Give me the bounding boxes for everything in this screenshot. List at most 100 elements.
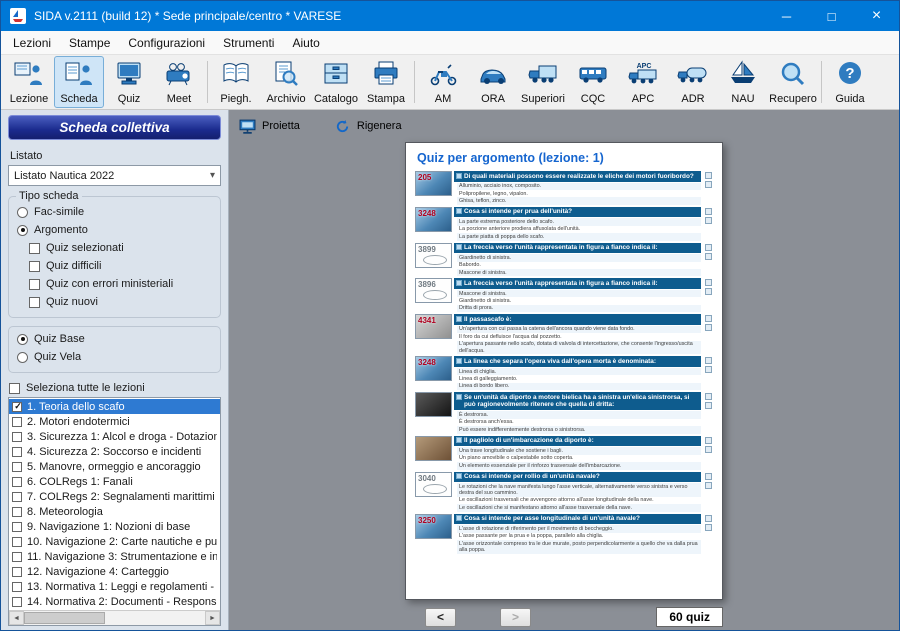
quiz-select-button[interactable] [705,279,712,286]
toolbar-button-stampa[interactable]: Stampa [361,56,411,108]
quiz-select-button[interactable] [705,208,712,215]
radio-quiz-base[interactable]: Quiz Base [17,333,213,345]
checkbox-quiz-selezionati[interactable]: Quiz selezionati [29,242,213,254]
scroll-left-icon[interactable]: ◄ [9,611,24,625]
lesson-item[interactable]: 4. Sicurezza 2: Soccorso e incidenti [9,444,220,459]
lesson-item[interactable]: 7. COLRegs 2: Segnalamenti marittimi e m… [9,489,220,504]
toolbar-button-adr[interactable]: ADR [668,56,718,108]
lesson-checkbox[interactable] [12,447,22,457]
radio-facsimile[interactable]: Fac-simile [17,206,213,218]
toolbar-button-quiz[interactable]: Quiz [104,56,154,108]
quiz-project-button[interactable] [705,288,712,295]
toolbar-button-piegh[interactable]: Piegh. [211,56,261,108]
lesson-checkbox[interactable] [12,402,22,412]
scrollbar-thumb[interactable] [24,612,105,624]
lesson-checkbox[interactable] [12,537,22,547]
lesson-item[interactable]: 3. Sicurezza 1: Alcol e droga - Dotazion… [9,429,220,444]
quiz-select-button[interactable] [705,393,712,400]
quiz-select-button[interactable] [705,357,712,364]
chevron-down-icon: ▾ [210,170,215,181]
toolbar-button-lezione[interactable]: Lezione [4,56,54,108]
toolbar-button-scheda[interactable]: Scheda [54,56,104,108]
quiz-select-button[interactable] [705,437,712,444]
quiz-project-button[interactable] [705,324,712,331]
toolbar-button-catalogo[interactable]: Catalogo [311,56,361,108]
menu-item-stampe[interactable]: Stampe [60,33,119,53]
toolbar-button-nau[interactable]: NAU [718,56,768,108]
scroll-right-icon[interactable]: ► [205,611,220,625]
quiz-project-button[interactable] [705,482,712,489]
maximize-button[interactable]: □ [809,1,854,31]
menu-item-configurazioni[interactable]: Configurazioni [119,33,214,53]
lesson-item[interactable]: 14. Normativa 2: Documenti - Responsabil… [9,594,220,609]
lesson-item[interactable]: 9. Navigazione 1: Nozioni di base [9,519,220,534]
quiz-select-button[interactable] [705,473,712,480]
lesson-checkbox[interactable] [12,417,22,427]
quiz-project-button[interactable] [705,217,712,224]
lesson-checkbox[interactable] [12,597,22,607]
lesson-checkbox[interactable] [12,432,22,442]
horizontal-scrollbar[interactable]: ◄ ► [9,610,220,625]
toolbar-button-apc[interactable]: APC APC [618,56,668,108]
radio-quiz-vela[interactable]: Quiz Vela [17,351,213,363]
toolbar-button-ora[interactable]: ORA [468,56,518,108]
checkbox-quiz-difficili[interactable]: Quiz difficili [29,260,213,272]
menu-item-aiuto[interactable]: Aiuto [283,33,328,53]
quiz-select-button[interactable] [705,244,712,251]
lesson-checkbox[interactable] [12,567,22,577]
lesson-checkbox[interactable] [12,552,22,562]
toolbar-button-label: APC [632,93,655,105]
quiz-number: 3899 [418,245,436,254]
rigenera-button[interactable]: Rigenera [334,119,402,134]
quiz-project-button[interactable] [705,446,712,453]
lesson-item[interactable]: 8. Meteorologia [9,504,220,519]
toolbar-button-guida[interactable]: ? Guida [825,56,875,108]
quiz-select-button[interactable] [705,515,712,522]
checkbox-quiz-errori[interactable]: Quiz con errori ministeriali [29,278,213,290]
radio-argomento[interactable]: Argomento [17,224,213,236]
toolbar-button-meet[interactable]: Meet [154,56,204,108]
app-window: SIDA v.2111 (build 12) * Sede principale… [0,0,900,631]
next-page-button[interactable]: > [500,608,531,627]
quiz-project-button[interactable] [705,253,712,260]
toolbar-button-archivio[interactable]: Archivio [261,56,311,108]
toolbar-button-am[interactable]: AM [418,56,468,108]
truck-icon [527,59,559,89]
menu-item-lezioni[interactable]: Lezioni [4,33,60,53]
toolbar-button-recupero[interactable]: Recupero [768,56,818,108]
toolbar-button-superiori[interactable]: Superiori [518,56,568,108]
close-button[interactable]: × [854,1,899,31]
menu-item-strumenti[interactable]: Strumenti [214,33,283,53]
toolbar-button-cqc[interactable]: CQC [568,56,618,108]
lesson-item[interactable]: 13. Normativa 1: Leggi e regolamenti - P… [9,579,220,594]
lesson-checkbox[interactable] [12,507,22,517]
quiz-project-button[interactable] [705,402,712,409]
quiz-project-button[interactable] [705,524,712,531]
quiz-select-button[interactable] [705,315,712,322]
toolbar-button-label: Quiz [118,93,141,105]
quiz-select-button[interactable] [705,172,712,179]
lesson-checkbox[interactable] [12,522,22,532]
lesson-checkbox[interactable] [12,582,22,592]
minimize-button[interactable]: ─ [764,1,809,31]
quiz-project-button[interactable] [705,181,712,188]
lesson-item[interactable]: 6. COLRegs 1: Fanali [9,474,220,489]
checkbox-select-all-lessons[interactable]: Seleziona tutte le lezioni [9,382,221,394]
proietta-button[interactable]: Proietta [239,119,300,134]
prev-page-button[interactable]: < [425,608,456,627]
lesson-item[interactable]: 10. Navigazione 2: Carte nautiche e pubb… [9,534,220,549]
lesson-checkbox[interactable] [12,492,22,502]
scrollbar-track[interactable] [24,611,205,625]
listato-select[interactable]: Listato Nautica 2022 ▾ [8,165,221,186]
quiz-question: Cosa si intende per rollio di un'unità n… [454,472,701,483]
lesson-item[interactable]: 5. Manovre, ormeggio e ancoraggio [9,459,220,474]
lesson-item[interactable]: 1. Teoria dello scafo [9,399,220,414]
magnifier-icon [777,59,809,89]
lesson-checkbox[interactable] [12,477,22,487]
quiz-project-button[interactable] [705,366,712,373]
lesson-item[interactable]: 11. Navigazione 3: Strumentazione e intr… [9,549,220,564]
lesson-item[interactable]: 12. Navigazione 4: Carteggio [9,564,220,579]
lesson-item[interactable]: 2. Motori endotermici [9,414,220,429]
lesson-checkbox[interactable] [12,462,22,472]
checkbox-quiz-nuovi[interactable]: Quiz nuovi [29,296,213,308]
